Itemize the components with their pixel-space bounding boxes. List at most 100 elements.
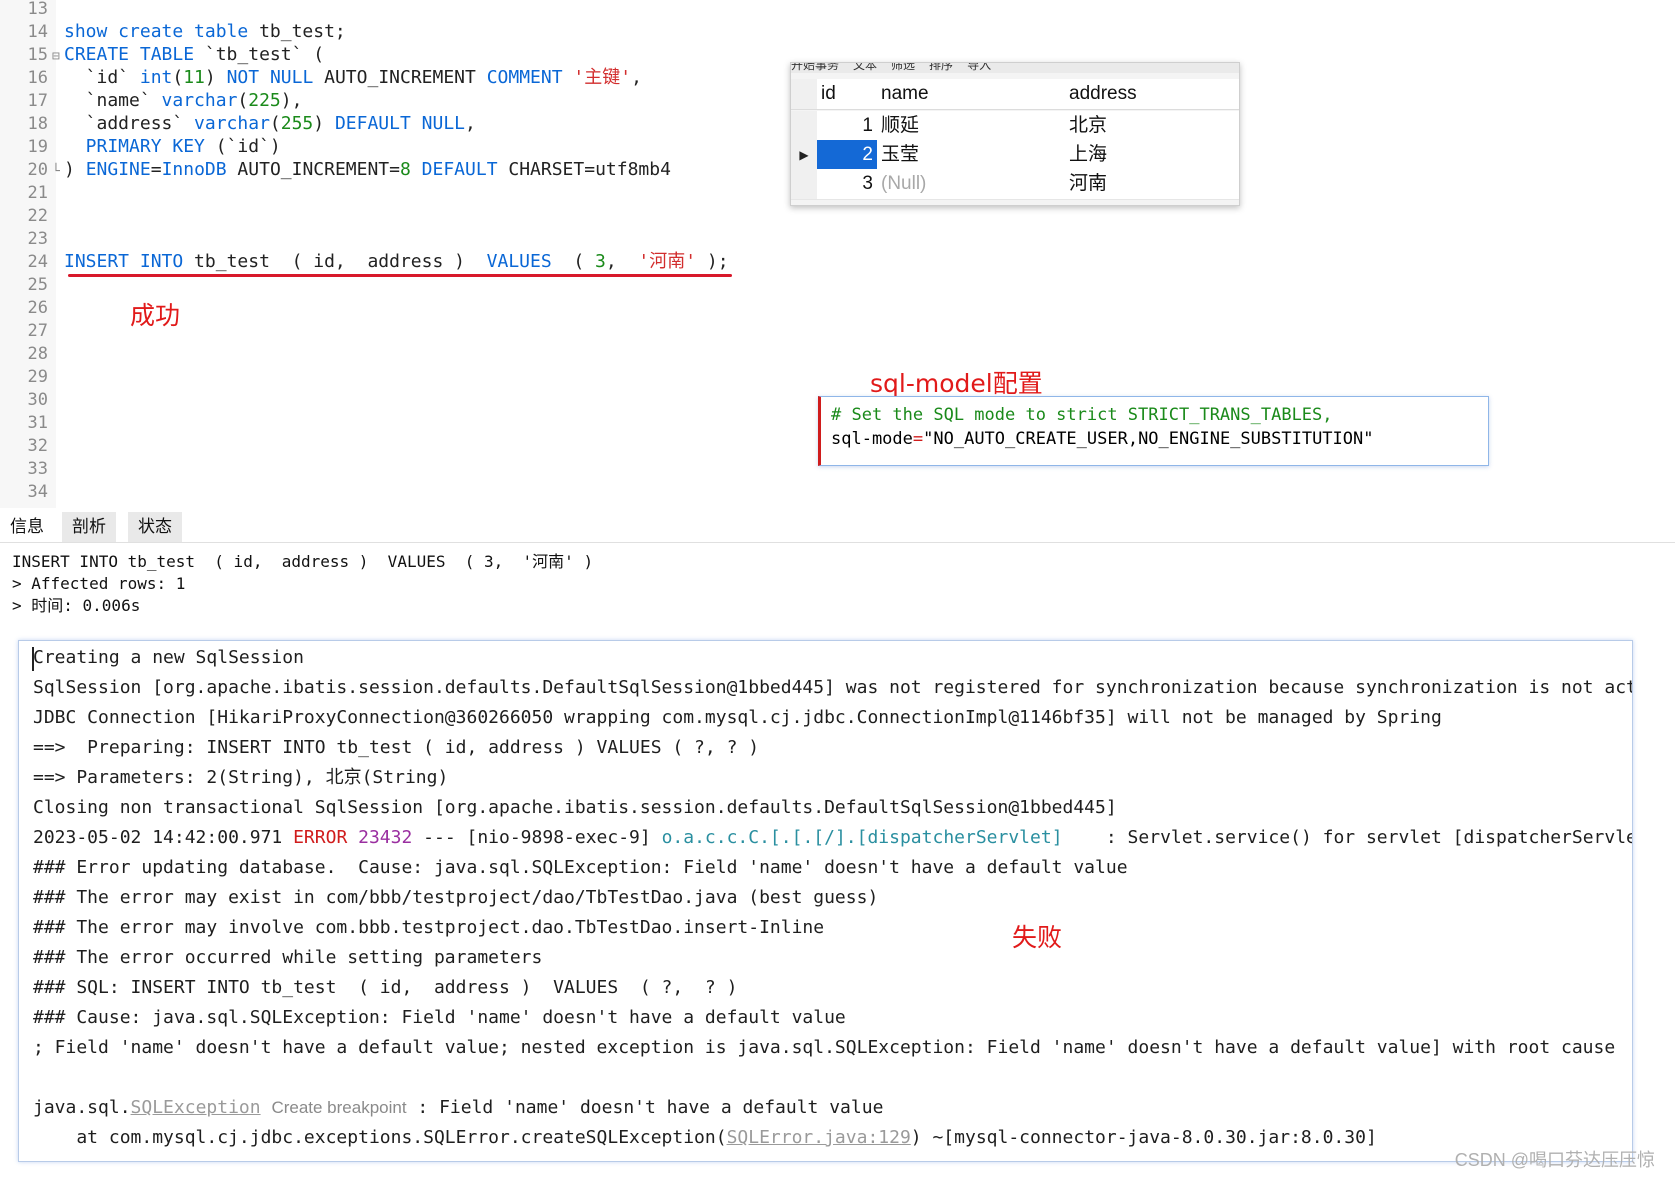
line-number: 33: [27, 459, 48, 479]
code-token: ENGINE: [85, 159, 151, 180]
code-token: ),: [280, 90, 303, 111]
log-line-stack: at com.mysql.cj.jdbc.exceptions.SQLError…: [33, 1123, 1376, 1153]
column-header-id[interactable]: id: [817, 79, 881, 109]
line-number: 34: [27, 482, 48, 502]
code-token: InnoDB: [161, 159, 227, 180]
code-line: 21: [0, 181, 760, 204]
line-number: 19: [27, 137, 48, 157]
log-pid: 23432: [347, 827, 413, 848]
cell-address[interactable]: 河南: [1069, 169, 1229, 199]
line-number: 17: [27, 91, 48, 111]
line-number: 32: [27, 436, 48, 456]
code-line: 27: [0, 319, 760, 342]
success-annotation: 成功: [130, 301, 181, 330]
cell-address[interactable]: 北京: [1069, 111, 1229, 141]
tab-status[interactable]: 状态: [128, 512, 182, 542]
cell-name[interactable]: 玉莹: [881, 140, 1066, 170]
console-log[interactable]: Creating a new SqlSession SqlSession [or…: [18, 640, 1633, 1162]
code-line: 29: [0, 365, 760, 388]
sqlmode-value: "NO_AUTO_CREATE_USER,NO_ENGINE_SUBSTITUT…: [923, 429, 1374, 449]
cell-address[interactable]: 上海: [1069, 140, 1229, 170]
line-number: 21: [27, 183, 48, 203]
code-token: DEFAULT: [421, 159, 498, 180]
log-line: ### The error may involve com.bbb.testpr…: [33, 917, 825, 938]
line-number: 14: [27, 22, 48, 42]
cell-name[interactable]: (Null): [881, 169, 1066, 199]
code-token: 3: [595, 251, 606, 272]
log-line: ==> Parameters: 2(String), 北京(String): [33, 767, 449, 788]
table-row[interactable]: 3 (Null) 河南: [791, 169, 1239, 200]
code-token: 255: [280, 113, 314, 134]
grid-toolbar-item[interactable]: 导入: [967, 63, 991, 72]
tab-profile[interactable]: 剖析: [62, 512, 116, 542]
code-line: 24 INSERT INTO tb_test ( id, address ) VA…: [0, 250, 760, 273]
grid-toolbar-item[interactable]: 排序: [929, 63, 953, 72]
code-token: 225: [248, 90, 281, 111]
code-token: tb_test;: [248, 21, 346, 42]
line-number: 23: [27, 229, 48, 249]
code-token: );: [696, 251, 729, 272]
exception-class-link[interactable]: SQLException: [131, 1097, 261, 1118]
sql-editor[interactable]: 13 14 show create table tb_test; 15 ⊟ CREATE …: [0, 0, 1675, 508]
line-number: 28: [27, 344, 48, 364]
cell-id[interactable]: 2: [817, 140, 877, 170]
output-time: > 时间: 0.006s: [12, 596, 141, 615]
code-token: VALUES: [486, 251, 552, 272]
log-line-exception: java.sql.SQLException Create breakpoint …: [33, 1093, 883, 1123]
code-token: ): [204, 67, 227, 88]
line-number: 24: [27, 252, 48, 272]
table-row[interactable]: 1 顺延 北京: [791, 111, 1239, 142]
code-token: `id`: [64, 67, 140, 88]
code-line: 19 PRIMARY KEY (`id`): [0, 135, 760, 158]
code-token: PRIMARY KEY: [64, 136, 205, 157]
cell-id[interactable]: 3: [817, 169, 877, 199]
grid-toolbar: 开始事务 文本 筛选 排序 导入: [791, 63, 1239, 73]
grid-toolbar-item[interactable]: 文本: [853, 63, 877, 72]
log-timestamp: 2023-05-02 14:42:00.971: [33, 827, 294, 848]
table-row[interactable]: ▶ 2 玉莹 上海: [791, 140, 1239, 171]
row-marker-icon: ▶: [791, 140, 817, 170]
create-breakpoint-hint[interactable]: Create breakpoint: [271, 1098, 406, 1117]
result-grid[interactable]: 开始事务 文本 筛选 排序 导入 id name address 1 顺延 北京 ▶ 2 玉莹 上海…: [790, 62, 1240, 206]
code-line: 28: [0, 342, 760, 365]
output-affected-rows: > Affected rows: 1: [12, 574, 186, 593]
line-number: 27: [27, 321, 48, 341]
grid-toolbar-item[interactable]: 开始事务: [791, 63, 839, 72]
code-line: 32: [0, 434, 760, 457]
fold-marker-icon[interactable]: └: [52, 160, 64, 183]
sqlmode-comment: # Set the SQL mode to strict STRICT_TRAN…: [831, 405, 1333, 425]
row-marker-icon: [791, 111, 817, 141]
code-line: 13: [0, 0, 760, 20]
grid-toolbar-item[interactable]: 筛选: [891, 63, 915, 72]
code-token: 11: [183, 67, 205, 88]
row-marker-icon: [791, 169, 817, 199]
line-number: 25: [27, 275, 48, 295]
tab-info[interactable]: 信息: [0, 512, 54, 542]
column-header-address[interactable]: address: [1069, 79, 1229, 109]
code-token: '主键': [573, 67, 632, 88]
code-line: 26: [0, 296, 760, 319]
code-token: varchar: [161, 90, 238, 111]
code-token: DEFAULT NULL: [334, 113, 465, 134]
code-token: (: [269, 113, 281, 134]
column-header-name[interactable]: name: [881, 79, 1066, 109]
row-marker-cell: [791, 79, 817, 109]
code-token: ): [313, 113, 335, 134]
code-token: NOT NULL: [226, 67, 314, 88]
code-token: COMMENT: [486, 67, 563, 88]
log-line: SqlSession [org.apache.ibatis.session.de…: [33, 677, 1633, 698]
cell-id[interactable]: 1: [817, 111, 877, 141]
code-line: 33: [0, 457, 760, 480]
code-line: 23: [0, 227, 760, 250]
sqlmode-config-box: # Set the SQL mode to strict STRICT_TRAN…: [818, 396, 1489, 466]
log-line: ; Field 'name' doesn't have a default va…: [33, 1037, 1616, 1058]
cell-name[interactable]: 顺延: [881, 111, 1066, 141]
code-line: 30: [0, 388, 760, 411]
stack-source-link[interactable]: SQLError.java:129: [727, 1127, 911, 1148]
code-token: tb_test ( id, address ): [183, 251, 487, 272]
code-token: =: [150, 159, 162, 180]
sqlmode-eq: =: [912, 429, 924, 449]
log-line: ### The error may exist in com/bbb/testp…: [33, 887, 879, 908]
fold-marker-icon[interactable]: ⊟: [52, 45, 64, 68]
